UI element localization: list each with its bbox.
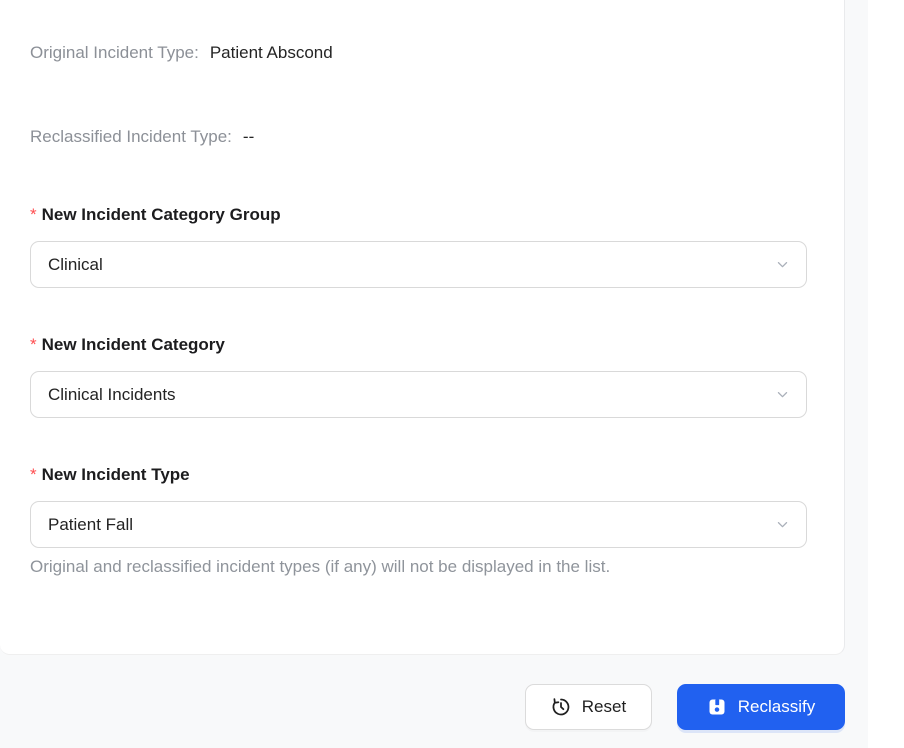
reclassified-incident-type-label: Reclassified Incident Type: bbox=[30, 127, 232, 146]
reset-button[interactable]: Reset bbox=[525, 684, 652, 730]
reclassify-incident-drawer: Original Incident Type: Patient Abscond … bbox=[0, 0, 904, 748]
save-icon bbox=[707, 697, 727, 717]
field-label-text: New Incident Category bbox=[41, 335, 225, 354]
reset-button-label: Reset bbox=[581, 697, 627, 716]
chevron-down-icon bbox=[774, 517, 790, 533]
required-mark: * bbox=[30, 335, 37, 354]
required-mark: * bbox=[30, 465, 37, 484]
chevron-down-icon bbox=[774, 387, 790, 403]
new-incident-type-select[interactable]: Patient Fall bbox=[30, 501, 807, 548]
new-incident-category-group-select[interactable]: Clinical bbox=[30, 241, 807, 288]
new-incident-type-label: * New Incident Type bbox=[30, 464, 844, 486]
new-incident-category-group-label: * New Incident Category Group bbox=[30, 204, 844, 226]
field-label-text: New Incident Type bbox=[41, 465, 190, 484]
selected-value: Clinical bbox=[48, 254, 103, 274]
reclassify-button[interactable]: Reclassify bbox=[677, 684, 845, 730]
field-label-text: New Incident Category Group bbox=[41, 205, 281, 224]
new-incident-category-select[interactable]: Clinical Incidents bbox=[30, 371, 807, 418]
selected-value: Patient Fall bbox=[48, 514, 134, 534]
chevron-down-icon bbox=[774, 257, 790, 273]
adjacent-page-content bbox=[868, 0, 904, 748]
original-incident-type-row: Original Incident Type: Patient Abscond bbox=[30, 0, 844, 64]
reclassified-incident-type-value: -- bbox=[242, 127, 255, 146]
reclassify-button-label: Reclassify bbox=[737, 697, 816, 716]
required-mark: * bbox=[30, 205, 37, 224]
history-icon bbox=[551, 697, 571, 717]
drawer-footer: Reset Reclassify bbox=[0, 684, 845, 730]
selected-value: Clinical Incidents bbox=[48, 384, 176, 404]
original-incident-type-value: Patient Abscond bbox=[209, 43, 333, 62]
reclassify-form-panel: Original Incident Type: Patient Abscond … bbox=[0, 0, 845, 655]
new-incident-category-label: * New Incident Category bbox=[30, 334, 844, 356]
incident-type-help-text: Original and reclassified incident types… bbox=[30, 557, 611, 576]
original-incident-type-label: Original Incident Type: bbox=[30, 43, 199, 62]
reclassified-incident-type-row: Reclassified Incident Type: -- bbox=[30, 126, 844, 148]
